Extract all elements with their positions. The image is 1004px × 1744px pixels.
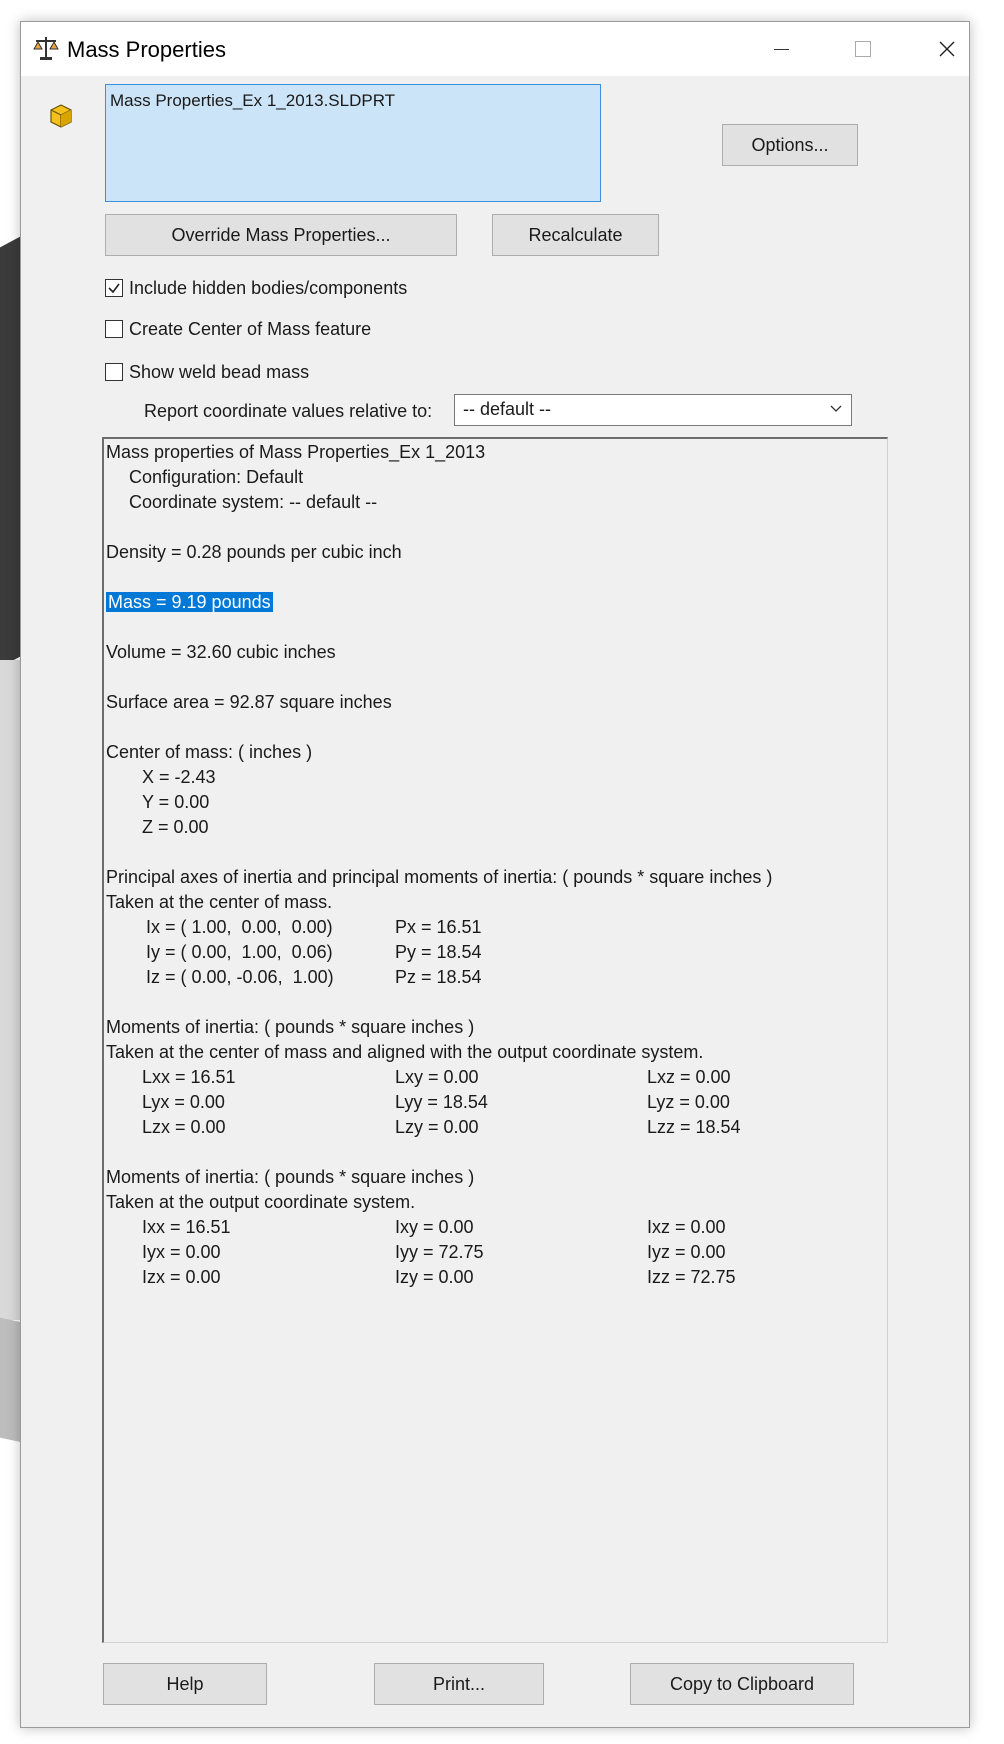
selected-item[interactable]: Mass Properties_Ex 1_2013.SLDPRT [110, 91, 596, 111]
density-line: Density = 0.28 pounds per cubic inch [106, 542, 402, 562]
coordinate-system-select[interactable]: -- default -- [454, 394, 852, 426]
moi-value: Ixz = 0.00 [647, 1217, 726, 1237]
principal-axis-iy: Iy = ( 0.00, 1.00, 0.06) [146, 942, 333, 962]
com-z: Z = 0.00 [142, 817, 209, 837]
minimize-icon [773, 48, 789, 50]
recalculate-button[interactable]: Recalculate [492, 214, 659, 256]
include-hidden-checkbox[interactable] [105, 279, 123, 297]
include-hidden-checkbox-row[interactable]: Include hidden bodies/components [105, 276, 407, 300]
moi-value: Lzz = 18.54 [647, 1117, 741, 1137]
show-weld-bead-checkbox[interactable] [105, 363, 123, 381]
mass-highlight: Mass = 9.19 pounds [106, 592, 273, 612]
cad-background-shape [0, 1317, 22, 1443]
create-com-checkbox-row[interactable]: Create Center of Mass feature [105, 317, 371, 341]
moi-com-taken-at: Taken at the center of mass and aligned … [106, 1042, 704, 1062]
coordinate-system-value: -- default -- [463, 399, 552, 419]
show-weld-bead-checkbox-row[interactable]: Show weld bead mass [105, 360, 309, 384]
help-button[interactable]: Help [103, 1663, 267, 1705]
moi-value: Izy = 0.00 [395, 1267, 474, 1287]
part-cube-icon [50, 104, 72, 128]
selected-items-list[interactable]: Mass Properties_Ex 1_2013.SLDPRT [105, 84, 601, 202]
moi-value: Iyx = 0.00 [142, 1242, 221, 1262]
print-button[interactable]: Print... [374, 1663, 544, 1705]
moi-value: Lxy = 0.00 [395, 1067, 479, 1087]
coordinate-system-line: Coordinate system: -- default -- [129, 492, 378, 512]
window-title: Mass Properties [67, 37, 226, 62]
principal-taken-at: Taken at the center of mass. [106, 892, 333, 912]
moi-value: Izz = 72.75 [647, 1267, 736, 1287]
chevron-down-icon [830, 405, 842, 412]
moi-value: Izx = 0.00 [142, 1267, 221, 1287]
override-mass-properties-button[interactable]: Override Mass Properties... [105, 214, 457, 256]
copy-to-clipboard-button[interactable]: Copy to Clipboard [630, 1663, 854, 1705]
moi-output-taken-at: Taken at the output coordinate system. [106, 1192, 416, 1212]
options-button[interactable]: Options... [722, 124, 858, 166]
center-of-mass-header: Center of mass: ( inches ) [106, 742, 313, 762]
close-button[interactable] [905, 22, 989, 76]
balance-scale-icon [33, 37, 59, 60]
report-coordinate-label: Report coordinate values relative to: [144, 401, 433, 421]
moi-output-header: Moments of inertia: ( pounds * square in… [106, 1167, 475, 1187]
moi-value: Lyx = 0.00 [142, 1092, 225, 1112]
create-com-checkbox[interactable] [105, 320, 123, 338]
configuration-line: Configuration: Default [129, 467, 304, 487]
mass-line: Mass = 9.19 pounds [106, 590, 273, 615]
moi-value: Iyz = 0.00 [647, 1242, 726, 1262]
minimize-button[interactable] [739, 22, 823, 76]
checkbox-label: Create Center of Mass feature [129, 318, 372, 339]
checkbox-label: Include hidden bodies/components [129, 277, 408, 298]
moi-value: Lyy = 18.54 [395, 1092, 488, 1112]
close-icon [939, 41, 955, 57]
moi-value: Lxx = 16.51 [142, 1067, 236, 1087]
checkbox-label: Show weld bead mass [129, 361, 310, 382]
title-bar: Mass Properties [21, 22, 969, 76]
moi-value: Iyy = 72.75 [395, 1242, 484, 1262]
principal-moment-py: Py = 18.54 [395, 942, 482, 962]
moi-value: Lzx = 0.00 [142, 1117, 226, 1137]
principal-axis-ix: Ix = ( 1.00, 0.00, 0.00) [146, 917, 333, 937]
com-y: Y = 0.00 [142, 792, 210, 812]
moi-value: Ixx = 16.51 [142, 1217, 231, 1237]
mass-properties-results[interactable]: Mass properties of Mass Properties_Ex 1_… [102, 437, 888, 1643]
principal-moment-pz: Pz = 18.54 [395, 967, 482, 987]
com-x: X = -2.43 [142, 767, 216, 787]
moi-value: Ixy = 0.00 [395, 1217, 474, 1237]
results-header: Mass properties of Mass Properties_Ex 1_… [106, 442, 486, 462]
surface-area-line: Surface area = 92.87 square inches [106, 692, 392, 712]
principal-axis-iz: Iz = ( 0.00, -0.06, 1.00) [146, 967, 334, 987]
maximize-icon [855, 41, 871, 57]
principal-moment-px: Px = 16.51 [395, 917, 482, 937]
moi-value: Lxz = 0.00 [647, 1067, 731, 1087]
volume-line: Volume = 32.60 cubic inches [106, 642, 336, 662]
moi-value: Lyz = 0.00 [647, 1092, 730, 1112]
moi-com-header: Moments of inertia: ( pounds * square in… [106, 1017, 475, 1037]
principal-axes-header: Principal axes of inertia and principal … [106, 867, 773, 887]
maximize-button[interactable] [821, 22, 905, 76]
moi-value: Lzy = 0.00 [395, 1117, 479, 1137]
mass-properties-dialog: Mass Properties Mass Properties_Ex 1_201… [20, 21, 970, 1728]
checkmark-icon [108, 283, 120, 294]
